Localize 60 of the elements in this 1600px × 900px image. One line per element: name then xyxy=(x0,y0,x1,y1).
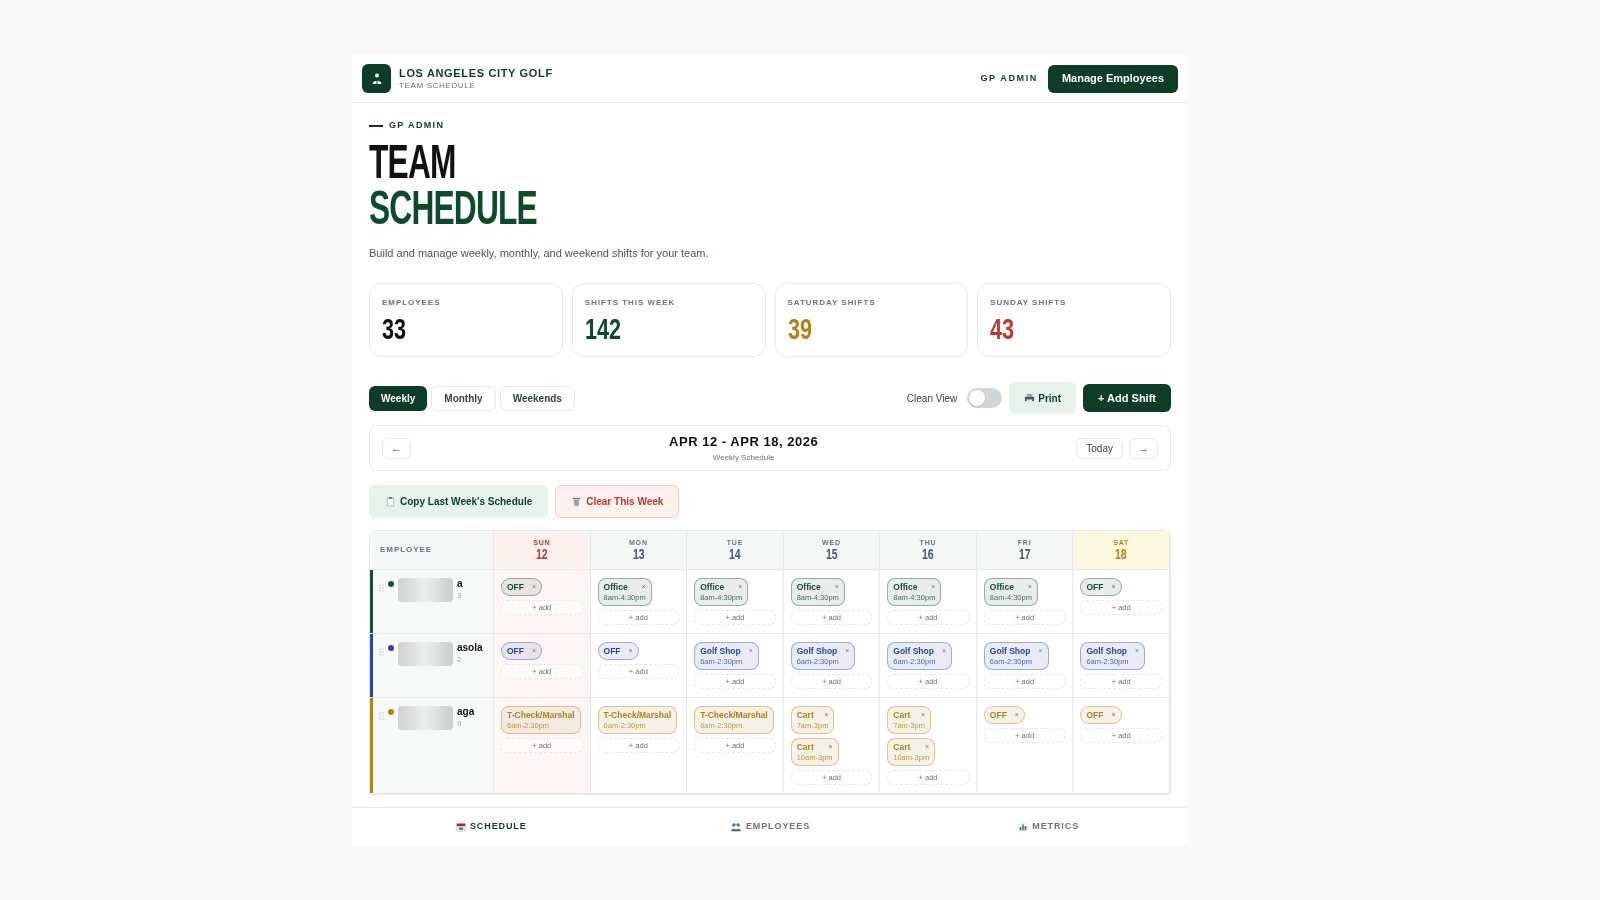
bottom-nav-tab[interactable]: SCHEDULE xyxy=(455,819,527,834)
logo-icon xyxy=(362,64,391,93)
clear-week-button[interactable]: Clear This Week xyxy=(555,485,680,518)
day-date: 13 xyxy=(632,546,645,562)
date-subtitle: Weekly Schedule xyxy=(712,451,775,464)
user-label: GP ADMIN xyxy=(980,71,1038,85)
blurred-name xyxy=(398,706,453,730)
trash-icon xyxy=(571,496,583,507)
view-tab[interactable]: Weekends xyxy=(499,385,575,411)
stat-value: 39 xyxy=(787,313,812,345)
today-button[interactable]: Today xyxy=(1076,437,1123,459)
stat-value: 43 xyxy=(990,313,1015,345)
stat-label: SHIFTS THIS WEEK xyxy=(584,297,677,309)
day-date: 17 xyxy=(1018,546,1031,562)
brand-name: LOS ANGELES CITY GOLF xyxy=(399,67,553,79)
day-date: 18 xyxy=(1115,546,1128,562)
clean-view-toggle[interactable] xyxy=(967,388,1003,408)
bar-chart-icon xyxy=(1018,821,1029,832)
page-title: TEAM xyxy=(369,138,456,185)
day-date: 16 xyxy=(922,546,934,562)
previous-week-button[interactable]: ← xyxy=(382,437,411,459)
page-title: SCHEDULE xyxy=(369,184,537,231)
people-icon xyxy=(729,821,742,832)
drag-handle-icon xyxy=(379,712,384,720)
drag-handle-icon xyxy=(379,648,384,656)
add-shift-button[interactable]: + Add Shift xyxy=(1083,384,1171,412)
day-date: 15 xyxy=(825,546,838,562)
eyebrow-label: GP ADMIN xyxy=(389,119,445,132)
day-date: 14 xyxy=(729,546,741,562)
employee-detail: 3 xyxy=(457,590,463,602)
date-range: APR 12 - APR 18, 2026 xyxy=(669,433,819,452)
page-description: Build and manage weekly, monthly, and weekend shifts for your team. xyxy=(369,245,710,261)
brand-subtitle: TEAM SCHEDULE xyxy=(399,81,477,90)
employee-detail: 9 xyxy=(457,718,463,730)
copy-last-week-button[interactable]: Copy Last Week's Schedule xyxy=(369,485,549,518)
bottom-nav-tab[interactable]: EMPLOYEES xyxy=(729,819,811,834)
next-week-button[interactable]: → xyxy=(1129,437,1158,459)
printer-icon xyxy=(1024,392,1036,404)
clipboard-icon xyxy=(385,496,396,507)
day-date: 12 xyxy=(535,546,548,562)
blurred-name xyxy=(398,578,453,602)
stat-label: EMPLOYEES xyxy=(382,297,442,309)
calendar-icon xyxy=(455,821,466,832)
view-tab[interactable]: Weekly xyxy=(369,385,428,411)
employee-name: asola xyxy=(457,642,483,654)
employee-name: aga xyxy=(457,706,475,718)
employee-detail: 2 xyxy=(457,654,463,666)
blurred-name xyxy=(398,642,453,666)
print-button[interactable]: Print xyxy=(1009,382,1077,414)
stat-value: 33 xyxy=(382,313,407,345)
manage-employees-button[interactable]: Manage Employees xyxy=(1047,64,1178,93)
employee-name: a xyxy=(457,578,463,590)
stat-label: SUNDAY SHIFTS xyxy=(990,297,1068,309)
clean-view-label: Clean View xyxy=(906,391,958,406)
drag-handle-icon xyxy=(379,584,384,592)
view-tab[interactable]: Monthly xyxy=(431,385,496,411)
stat-value: 142 xyxy=(584,313,621,345)
bottom-nav-tab[interactable]: METRICS xyxy=(1018,819,1080,834)
stat-label: SATURDAY SHIFTS xyxy=(787,297,877,309)
column-header: EMPLOYEE xyxy=(380,544,433,556)
